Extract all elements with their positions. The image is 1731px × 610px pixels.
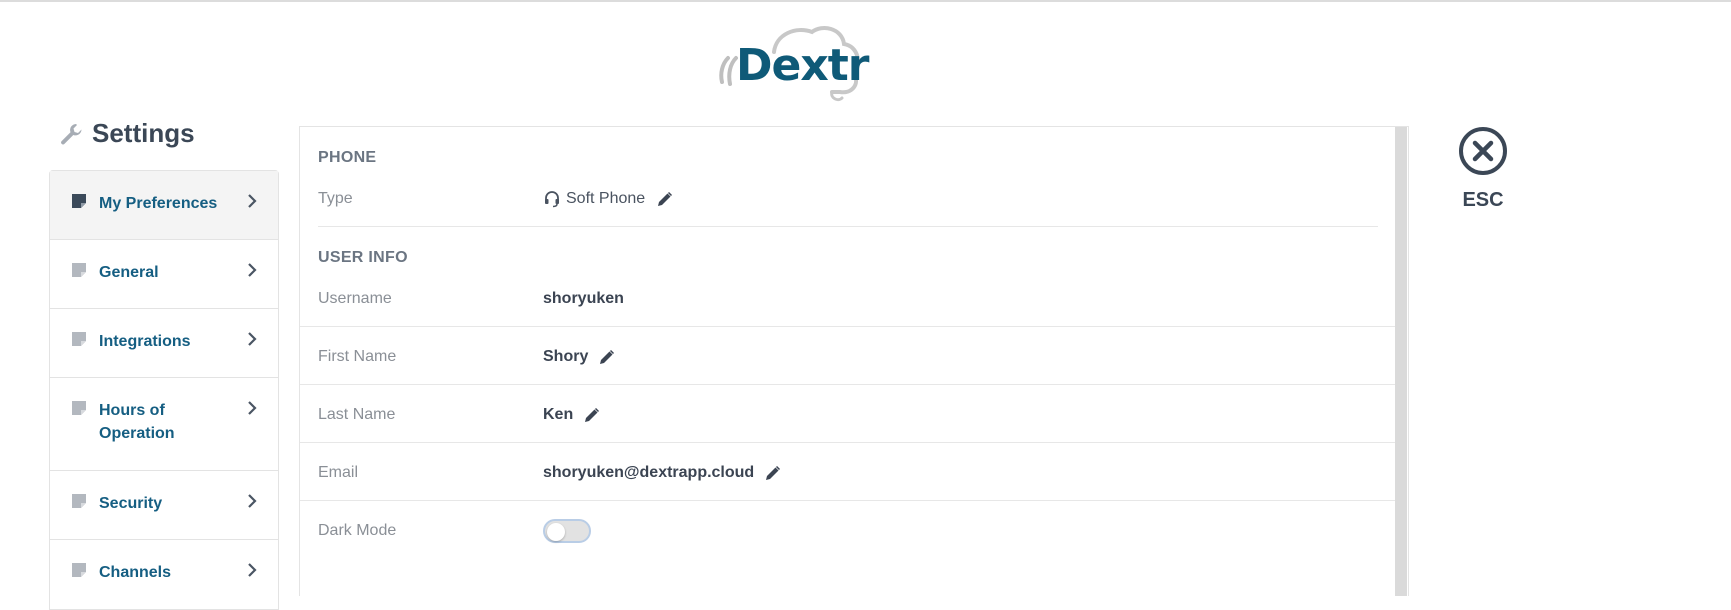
- username-label: Username: [318, 290, 392, 307]
- sidebar-item-label: My Preferences: [99, 195, 218, 212]
- chevron-right-icon: [248, 494, 257, 508]
- divider: [300, 500, 1395, 501]
- divider: [300, 384, 1395, 385]
- first-name-value: Shory: [543, 348, 615, 366]
- dark-mode-label: Dark Mode: [318, 522, 397, 539]
- phone-type-value: Soft Phone: [543, 190, 673, 208]
- last-name-text: Ken: [543, 406, 574, 423]
- sidebar-item-label: Security: [99, 495, 163, 512]
- last-name-value: Ken: [543, 406, 600, 424]
- headset-icon: [545, 191, 559, 208]
- chevron-right-icon: [248, 401, 257, 415]
- note-icon: [72, 263, 86, 277]
- user-info-section-title: USER INFO: [318, 249, 408, 266]
- sidebar-item-label: Integrations: [99, 333, 191, 350]
- edit-pencil-icon[interactable]: [598, 349, 615, 366]
- first-name-text: Shory: [543, 348, 589, 365]
- type-label: Type: [318, 190, 353, 207]
- sidebar-item-security[interactable]: Security: [50, 471, 278, 540]
- note-icon: [72, 563, 86, 577]
- settings-title: Settings: [92, 118, 195, 148]
- email-label: Email: [318, 464, 359, 481]
- sidebar-item-label: Hours of Operation: [99, 402, 175, 442]
- chevron-right-icon: [248, 332, 257, 346]
- chevron-right-icon: [248, 263, 257, 277]
- sidebar-item-my-preferences[interactable]: My Preferences: [50, 171, 278, 240]
- divider: [300, 326, 1395, 327]
- dextr-logo: Dextr: [714, 24, 869, 104]
- sidebar-item-label: Channels: [99, 564, 172, 581]
- divider: [318, 226, 1378, 227]
- top-border: [0, 0, 1731, 2]
- edit-pencil-icon[interactable]: [764, 465, 781, 482]
- chevron-right-icon: [248, 194, 257, 208]
- settings-sidebar: My Preferences General Integrations Hour…: [49, 170, 279, 610]
- chevron-right-icon: [248, 563, 257, 577]
- preferences-panel: PHONE Type Soft Phone USER INFO Username…: [299, 126, 1409, 596]
- note-icon: [72, 194, 86, 208]
- email-value: shoryuken@dextrapp.cloud: [543, 464, 781, 482]
- note-icon: [72, 401, 86, 415]
- sidebar-item-integrations[interactable]: Integrations: [50, 309, 278, 378]
- esc-label: ESC: [1462, 189, 1504, 211]
- username-value: shoryuken: [543, 290, 624, 307]
- email-text: shoryuken@dextrapp.cloud: [543, 464, 755, 481]
- edit-pencil-icon[interactable]: [583, 407, 600, 424]
- sidebar-item-label: General: [99, 264, 159, 281]
- phone-type-text: Soft Phone: [566, 190, 646, 207]
- phone-section-title: PHONE: [318, 149, 377, 166]
- edit-pencil-icon[interactable]: [656, 191, 673, 208]
- close-circle-icon: [1459, 127, 1507, 175]
- note-icon: [72, 494, 86, 508]
- scrollbar[interactable]: [1395, 127, 1407, 596]
- dark-mode-control: [543, 519, 591, 543]
- sidebar-item-hours-of-operation[interactable]: Hours of Operation: [50, 378, 278, 471]
- divider: [300, 442, 1395, 443]
- wrench-icon: [61, 123, 82, 144]
- esc-close-button[interactable]: ESC: [1456, 126, 1510, 212]
- toggle-knob: [547, 522, 565, 541]
- settings-header: Settings: [58, 118, 195, 149]
- last-name-label: Last Name: [318, 406, 396, 423]
- first-name-label: First Name: [318, 348, 397, 365]
- sidebar-item-general[interactable]: General: [50, 240, 278, 309]
- note-icon: [72, 332, 86, 346]
- logo-text: Dextr: [736, 40, 869, 91]
- dark-mode-toggle[interactable]: [543, 519, 591, 543]
- sidebar-item-channels[interactable]: Channels: [50, 540, 278, 609]
